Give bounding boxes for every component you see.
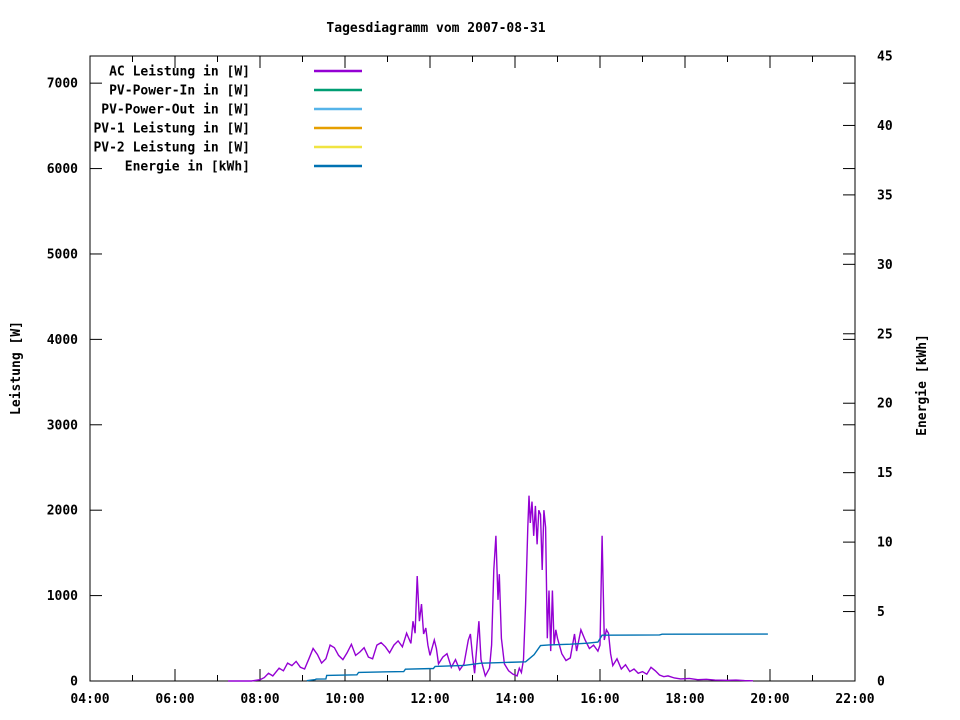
y-right-tick-label: 15 — [877, 466, 893, 481]
y-right-tick-label: 5 — [877, 605, 885, 620]
series-line-energie-in-kwh — [306, 633, 768, 682]
legend-label: PV-Power-In in [W] — [109, 84, 250, 99]
x-tick-label: 06:00 — [155, 692, 194, 707]
x-tick-label: 20:00 — [750, 692, 789, 707]
chart-container: Tagesdiagramm vom 2007-08-31 Leistung [W… — [0, 0, 960, 720]
legend-item: Energie in [kWh] — [125, 160, 362, 175]
y-right-tick-label: 10 — [877, 536, 893, 551]
y-right-axis-title: Energie [kWh] — [915, 334, 930, 436]
legend: AC Leistung in [W] PV-Power-In in [W] PV-P… — [93, 65, 362, 175]
x-tick-label: 22:00 — [835, 692, 874, 707]
x-tick-label: 14:00 — [495, 692, 534, 707]
y-left-tick-label: 6000 — [47, 162, 78, 177]
x-tick-label: 04:00 — [70, 692, 109, 707]
y-left-tick-label: 3000 — [47, 418, 78, 433]
x-tick-label: 12:00 — [410, 692, 449, 707]
legend-item: PV-1 Leistung in [W] — [93, 122, 362, 137]
legend-label: AC Leistung in [W] — [109, 65, 250, 80]
legend-label: Energie in [kWh] — [125, 160, 250, 175]
y-left-tick-label: 4000 — [47, 333, 78, 348]
y-right-tick-label: 25 — [877, 327, 893, 342]
x-tick-label: 08:00 — [240, 692, 279, 707]
y-left-tick-label: 1000 — [47, 589, 78, 604]
y-left-tick-label: 7000 — [47, 77, 78, 92]
legend-item: PV-2 Leistung in [W] — [93, 141, 362, 156]
y-left-tick-label: 5000 — [47, 247, 78, 262]
y-left-tick-label: 0 — [70, 675, 78, 690]
chart-canvas: Tagesdiagramm vom 2007-08-31 Leistung [W… — [9, 21, 930, 707]
y-left-axis-title: Leistung [W] — [9, 321, 24, 415]
y-right-tick-label: 45 — [877, 50, 893, 65]
y-left-tick-label: 2000 — [47, 504, 78, 519]
legend-item: PV-Power-Out in [W] — [101, 103, 362, 118]
legend-item: AC Leistung in [W] — [109, 65, 362, 80]
y-right-tick-label: 0 — [877, 675, 885, 690]
legend-label: PV-Power-Out in [W] — [101, 103, 250, 118]
chart-title: Tagesdiagramm vom 2007-08-31 — [326, 21, 545, 36]
legend-label: PV-1 Leistung in [W] — [93, 122, 250, 137]
y-right-tick-label: 20 — [877, 397, 893, 412]
series-line-ac-leistung-in-w — [228, 495, 754, 682]
y-right-tick-label: 40 — [877, 119, 893, 134]
x-tick-label: 18:00 — [665, 692, 704, 707]
legend-label: PV-2 Leistung in [W] — [93, 141, 250, 156]
legend-item: PV-Power-In in [W] — [109, 84, 362, 99]
x-tick-label: 10:00 — [325, 692, 364, 707]
y-right-tick-label: 30 — [877, 258, 893, 273]
x-tick-label: 16:00 — [580, 692, 619, 707]
y-right-tick-label: 35 — [877, 188, 893, 203]
